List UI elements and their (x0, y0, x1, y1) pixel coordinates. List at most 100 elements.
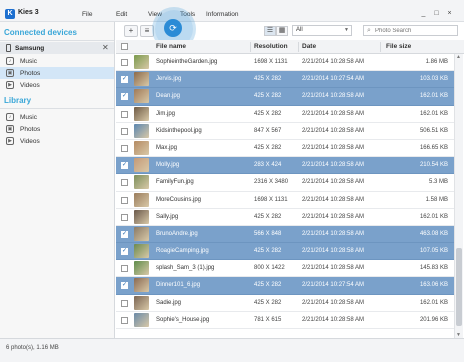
table-row[interactable]: ✓ Molly.jpg 283 X 424 2/21/2014 10:28:58 AM… (116, 157, 454, 175)
photo-thumbnail (134, 89, 149, 104)
photo-thumbnail (134, 209, 149, 224)
photo-thumbnail (134, 226, 149, 241)
sidebar-item-photos[interactable]: ▣ Photos (0, 67, 114, 79)
resolution: 425 X 282 (254, 282, 282, 289)
menu-file[interactable]: File (82, 11, 92, 18)
column-date[interactable]: Date (302, 43, 316, 50)
table-row[interactable]: Max.jpg 425 X 282 2/21/2014 10:28:58 AM 166… (116, 140, 454, 158)
table-row[interactable]: splash_Sam_3 (1).jpg 800 X 1422 2/21/2014 … (116, 260, 454, 278)
photo-thumbnail (134, 278, 149, 293)
row-checkbox[interactable]: ✓ (121, 76, 128, 84)
list-menu-button[interactable]: ≡ (140, 25, 154, 37)
sidebar-item-music[interactable]: ♪ Music (0, 55, 114, 67)
row-checkbox[interactable] (121, 144, 128, 152)
list-view-icon[interactable]: ☰ (264, 26, 276, 36)
maximize-icon[interactable]: □ (432, 10, 441, 17)
file-name: Dinner101_6.jpg (156, 282, 201, 289)
photo-thumbnail (134, 175, 149, 190)
file-size: 162.01 KB (419, 299, 448, 306)
scroll-up-icon[interactable]: ▲ (456, 54, 461, 60)
column-file-size[interactable]: File size (386, 43, 411, 50)
resolution: 425 X 282 (254, 76, 282, 83)
row-checkbox[interactable] (121, 127, 128, 135)
library-item-music[interactable]: ♪ Music (0, 111, 114, 123)
close-icon[interactable]: × (445, 10, 454, 17)
photo-thumbnail (134, 55, 149, 69)
file-size: 201.96 KB (419, 316, 448, 323)
photo-thumbnail (134, 158, 149, 173)
row-checkbox[interactable]: ✓ (121, 93, 128, 101)
photo-thumbnail (134, 106, 149, 121)
row-checkbox[interactable] (121, 110, 128, 118)
row-checkbox[interactable] (121, 299, 128, 307)
grid-view-icon[interactable]: ▦ (276, 26, 288, 36)
resolution: 425 X 282 (254, 213, 282, 220)
file-size: 1.86 MB (425, 59, 448, 65)
row-checkbox[interactable] (121, 196, 128, 204)
row-checkbox[interactable] (121, 179, 128, 187)
column-resolution[interactable]: Resolution (254, 43, 288, 50)
date: 2/21/2014 10:28:58 AM (302, 59, 365, 65)
scroll-thumb[interactable] (456, 248, 462, 326)
menu-bar: K Kies 3 File Edit View Tools Informatio… (0, 0, 464, 22)
search-input[interactable] (375, 27, 455, 35)
filter-value: All (296, 27, 303, 33)
divider (0, 40, 114, 41)
sidebar-item-videos[interactable]: ▶ Videos (0, 79, 114, 91)
sidebar-item-label: Videos (20, 138, 40, 145)
date: 2/21/2014 10:28:58 AM (302, 213, 365, 220)
table-row[interactable]: Jim.jpg 425 X 282 2/21/2014 10:28:58 AM 162… (116, 106, 454, 123)
menu-edit[interactable]: Edit (116, 11, 127, 18)
row-checkbox[interactable] (121, 213, 128, 221)
filter-select[interactable]: All ▼ (292, 25, 352, 36)
row-checkbox[interactable]: ✓ (121, 162, 128, 170)
file-name: Sally.jpg (156, 213, 179, 220)
photo-thumbnail (134, 72, 149, 87)
select-all-checkbox[interactable] (121, 43, 128, 50)
table-row[interactable]: SophieintheGarden.jpg 1698 X 1131 2/21/201… (116, 54, 454, 72)
vertical-scrollbar[interactable]: ▲ ▼ (454, 54, 463, 338)
sync-button[interactable]: ⟳ (164, 19, 182, 37)
table-row[interactable]: Sophie's_House.jpg 781 X 615 2/21/2014 10:… (116, 312, 454, 329)
minimize-icon[interactable]: _ (419, 10, 428, 17)
row-checkbox[interactable] (121, 59, 128, 66)
table-row[interactable]: ✓ RoagieCamping.jpg 425 X 282 2/21/2014 10:… (116, 243, 454, 261)
file-size: 210.54 KB (419, 162, 448, 169)
table-row[interactable]: ✓ Dinner101_6.jpg 425 X 282 2/21/2014 10:27… (116, 277, 454, 295)
file-size: 107.05 KB (419, 248, 448, 255)
date: 2/21/2014 10:28:58 AM (302, 179, 365, 186)
row-checkbox[interactable]: ✓ (121, 248, 128, 256)
photo-thumbnail (134, 261, 149, 276)
menu-information[interactable]: Information (206, 11, 239, 18)
table-row[interactable]: ✓ BrunoAndre.jpg 566 X 848 2/21/2014 10:28:… (116, 225, 454, 244)
table-row[interactable]: FamilyFun.jpg 2316 X 3480 2/21/2014 10:28:… (116, 174, 454, 192)
resolution: 425 X 282 (254, 110, 282, 117)
library-item-videos[interactable]: ▶ Videos (0, 135, 114, 147)
table-row[interactable]: Sadie.jpg 425 X 282 2/21/2014 10:28:58 AM 1… (116, 295, 454, 312)
row-checkbox[interactable] (121, 265, 128, 273)
table-row[interactable]: ✓ Dean.jpg 425 X 282 2/21/2014 10:28:58 AM 1… (116, 88, 454, 106)
kies-window: K Kies 3 File Edit View Tools Informatio… (0, 0, 464, 362)
phone-icon (6, 44, 11, 52)
table-row[interactable]: ✓ Jervis.jpg 425 X 282 2/21/2014 10:27:54 A… (116, 71, 454, 89)
table-row[interactable]: MoreCousins.jpg 1698 X 1131 2/21/2014 10:2… (116, 192, 454, 209)
file-name: Kidsinthepool.jpg (156, 127, 202, 134)
search-box[interactable]: ⌕ (363, 25, 458, 36)
date: 2/21/2014 10:28:58 AM (302, 230, 365, 237)
table-row[interactable]: Kidsinthepool.jpg 847 X 567 2/21/2014 10:2… (116, 123, 454, 140)
column-file-name[interactable]: File name (156, 43, 186, 50)
row-checkbox[interactable]: ✓ (121, 282, 128, 290)
file-size: 1.58 MB (425, 196, 448, 203)
chevron-down-icon: ▼ (344, 27, 349, 33)
sidebar-item-label: Music (20, 58, 37, 65)
library-item-photos[interactable]: ▣ Photos (0, 123, 114, 135)
date: 2/21/2014 10:28:58 AM (302, 248, 365, 255)
sidebar-item-label: Photos (20, 70, 41, 77)
add-button[interactable]: + (124, 25, 138, 37)
file-name: Jervis.jpg (156, 76, 182, 83)
device-samsung[interactable]: Samsung ✕ (0, 42, 114, 54)
row-checkbox[interactable] (121, 316, 128, 324)
disconnect-icon[interactable]: ✕ (102, 43, 109, 52)
table-row[interactable]: Sally.jpg 425 X 282 2/21/2014 10:28:58 AM 1… (116, 209, 454, 226)
row-checkbox[interactable]: ✓ (121, 230, 128, 238)
